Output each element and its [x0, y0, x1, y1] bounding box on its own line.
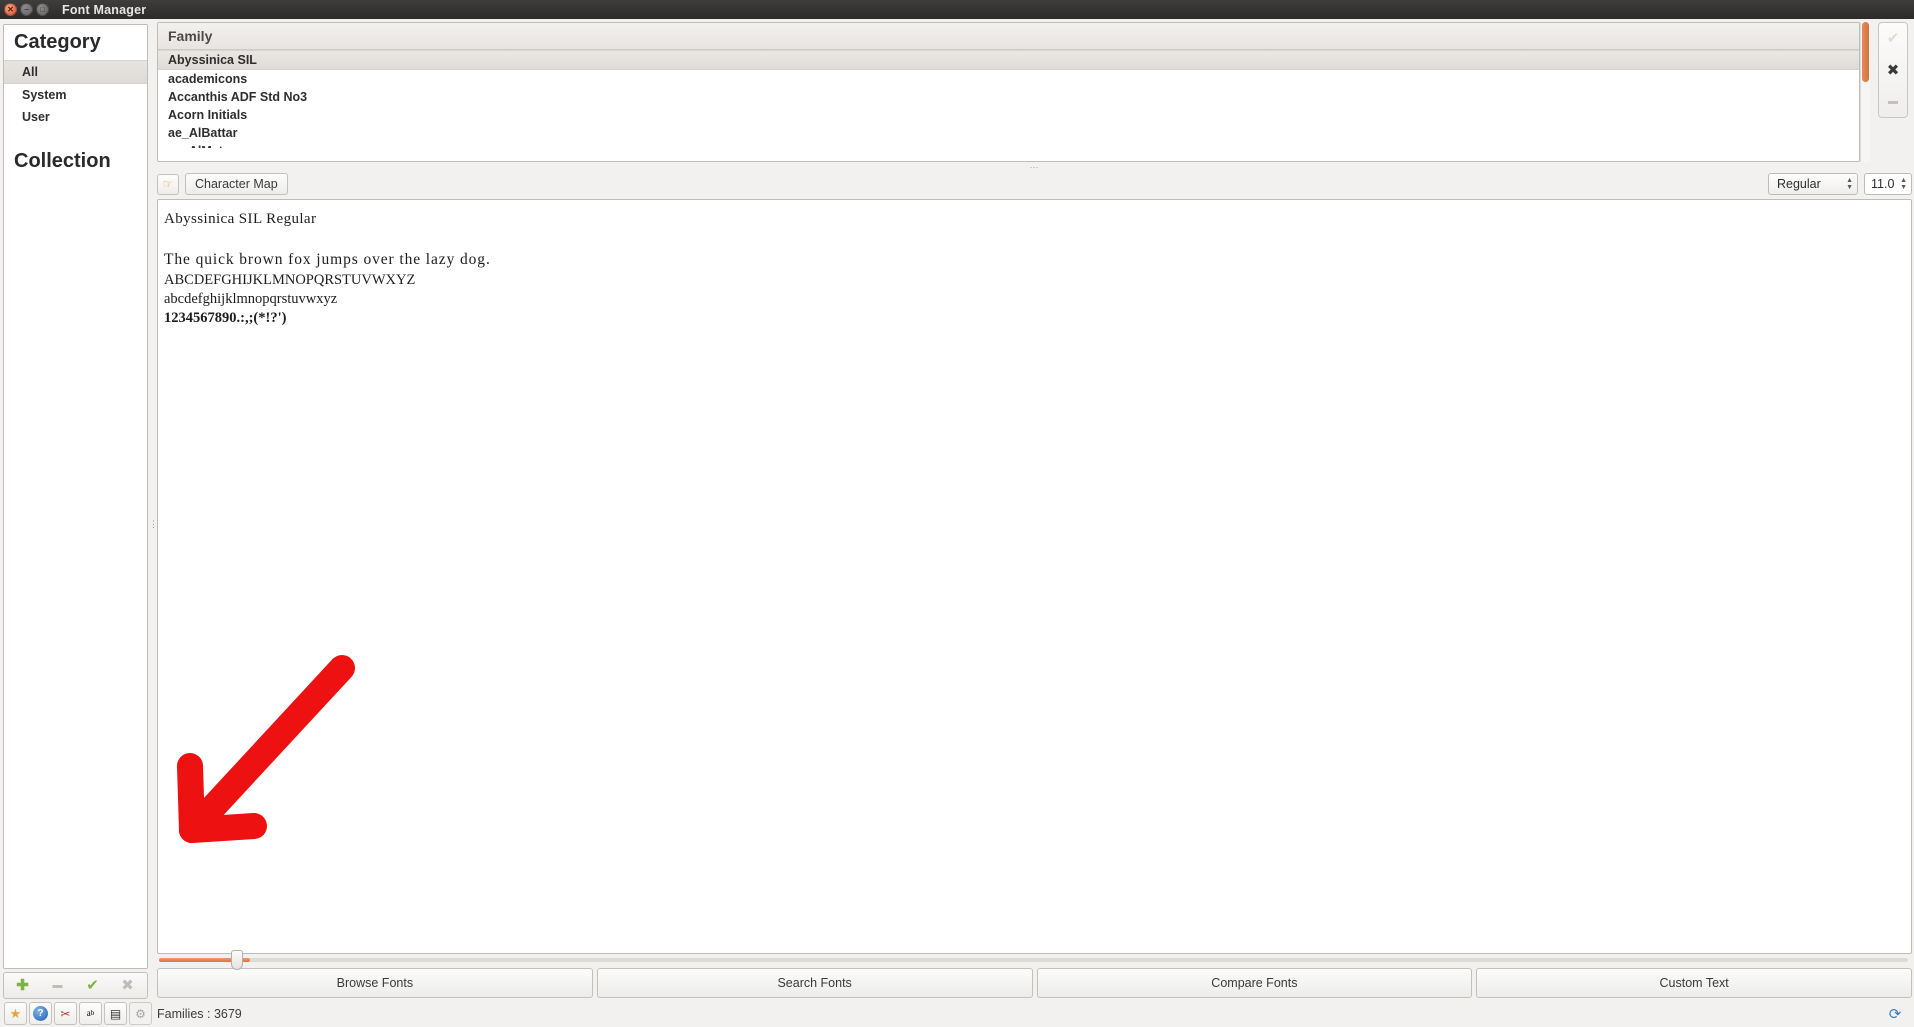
title-bar: ✕ − □ Font Manager [0, 0, 1914, 19]
family-column-header: Family [158, 23, 1859, 50]
preferences-button[interactable]: ✂ [54, 1002, 77, 1025]
action-button-row: Browse Fonts Search Fonts Compare Fonts … [157, 966, 1912, 1001]
status-bar: Families : 3679 ⟳ [157, 1001, 1912, 1027]
families-count-label: Families : 3679 [157, 1007, 242, 1021]
horizontal-splitter-handle[interactable]: ⋯ [157, 162, 1912, 172]
remove-font-button[interactable]: ▬ [1884, 93, 1902, 111]
font-action-rail: ✔ ✖ ▬ [1874, 22, 1912, 162]
preview-size-slider[interactable] [159, 950, 1908, 970]
family-list-row: Family Abyssinica SIL academicons Accant… [157, 22, 1912, 162]
content-area: Family Abyssinica SIL academicons Accant… [157, 22, 1914, 1027]
disable-font-button[interactable]: ✖ [1884, 61, 1902, 79]
preview-size-slider-row [157, 950, 1912, 970]
font-style-select[interactable]: Regular ▲ ▼ [1768, 173, 1858, 195]
enable-font-button[interactable]: ✔ [1884, 29, 1902, 47]
category-collection-panel: Category All System User Collection [3, 24, 148, 969]
custom-text-button[interactable]: Custom Text [1476, 968, 1912, 998]
add-collection-button[interactable]: ✚ [14, 977, 31, 994]
language-button[interactable]: ab [79, 1002, 102, 1025]
reload-icon[interactable]: ⟳ [1886, 1005, 1904, 1023]
family-row[interactable]: Abyssinica SIL [158, 50, 1859, 70]
family-row[interactable]: Accanthis ADF Std No3 [158, 88, 1859, 106]
family-row-label: ae_AlBattar [168, 126, 238, 140]
favorites-button[interactable]: ★ [4, 1002, 27, 1025]
save-button[interactable]: ▤ [104, 1002, 127, 1025]
collection-header: Collection [4, 128, 147, 179]
help-globe-icon: ? [33, 1006, 48, 1021]
sidebar-item-user[interactable]: User [4, 106, 147, 128]
sidebar-item-label: User [22, 110, 50, 124]
font-size-stepper[interactable]: 11.0 ▲ ▼ [1864, 173, 1912, 195]
stepper-arrows-icon[interactable]: ▲ ▼ [1900, 177, 1911, 191]
family-row-label: Accanthis ADF Std No3 [168, 90, 308, 104]
font-preview-area[interactable]: Abyssinica SIL Regular The quick brown f… [157, 199, 1912, 954]
disable-collection-button[interactable]: ✖ [119, 977, 136, 994]
family-row-label: Acorn Initials [168, 108, 248, 122]
family-row-label: academicons [168, 72, 248, 86]
help-button[interactable]: ? [29, 1002, 52, 1025]
panel-divider-handle[interactable]: ⋮ [149, 22, 158, 1027]
preview-digits: 1234567890.:,;(*!?') [164, 310, 287, 327]
application-body: Category All System User Collection ✚ ▬ … [0, 19, 1914, 1027]
sidebar-item-system[interactable]: System [4, 84, 147, 106]
window-title: Font Manager [62, 2, 147, 17]
preview-pangram: The quick brown fox jumps over the lazy … [164, 250, 491, 268]
preview-uppercase: ABCDEFGHIJKLMNOPQRSTUVWXYZ [164, 271, 416, 288]
family-row[interactable]: academicons [158, 70, 1859, 88]
family-row[interactable]: ae_AlBattar [158, 124, 1859, 142]
collection-toolbar: ✚ ▬ ✔ ✖ [3, 972, 148, 999]
search-fonts-button[interactable]: Search Fonts [596, 968, 1033, 998]
compare-fonts-button[interactable]: Compare Fonts [1036, 968, 1473, 998]
window-minimize-button[interactable]: − [20, 3, 33, 16]
chevron-updown-icon: ▲ ▼ [1846, 177, 1853, 191]
font-size-value: 11.0 [1871, 177, 1895, 191]
family-list-panel: Family Abyssinica SIL academicons Accant… [157, 22, 1860, 162]
sidebar-item-label: All [22, 65, 38, 79]
enable-collection-button[interactable]: ✔ [84, 977, 101, 994]
sidebar-item-label: System [22, 88, 67, 102]
browse-fonts-button[interactable]: Browse Fonts [157, 968, 593, 998]
window-maximize-button[interactable]: □ [36, 3, 49, 16]
character-map-icon-button[interactable]: ☞ [157, 173, 179, 195]
preview-lowercase: abcdefghijklmnopqrstuvwxyz [164, 290, 338, 307]
category-header: Category [4, 25, 147, 60]
family-list-scrollbar[interactable] [1860, 22, 1870, 162]
scrollbar-thumb[interactable] [1862, 22, 1869, 82]
window-close-button[interactable]: ✕ [4, 3, 17, 16]
preview-toolbar: ☞ Character Map Regular ▲ ▼ 11.0 ▲ ▼ [157, 172, 1912, 199]
preview-font-name: Abyssinica SIL Regular [164, 211, 317, 227]
family-row[interactable]: Acorn Initials [158, 106, 1859, 124]
slider-handle[interactable] [230, 950, 243, 970]
font-style-value: Regular [1777, 177, 1821, 191]
sidebar-item-all[interactable]: All [4, 60, 147, 84]
install-fonts-button[interactable]: ⚙ [129, 1002, 152, 1025]
family-row-label: ae_AlMateen [168, 144, 244, 148]
hand-pointer-icon: ☞ [162, 177, 174, 191]
character-map-button[interactable]: Character Map [185, 173, 288, 195]
family-row-label: Abyssinica SIL [168, 53, 257, 67]
family-row[interactable]: ae_AlMateen [158, 142, 1859, 148]
remove-collection-button[interactable]: ▬ [49, 977, 66, 994]
sidebar: Category All System User Collection ✚ ▬ … [0, 22, 150, 1027]
bottom-icon-toolbar: ★ ? ✂ ab ▤ ⚙ [4, 1002, 152, 1025]
